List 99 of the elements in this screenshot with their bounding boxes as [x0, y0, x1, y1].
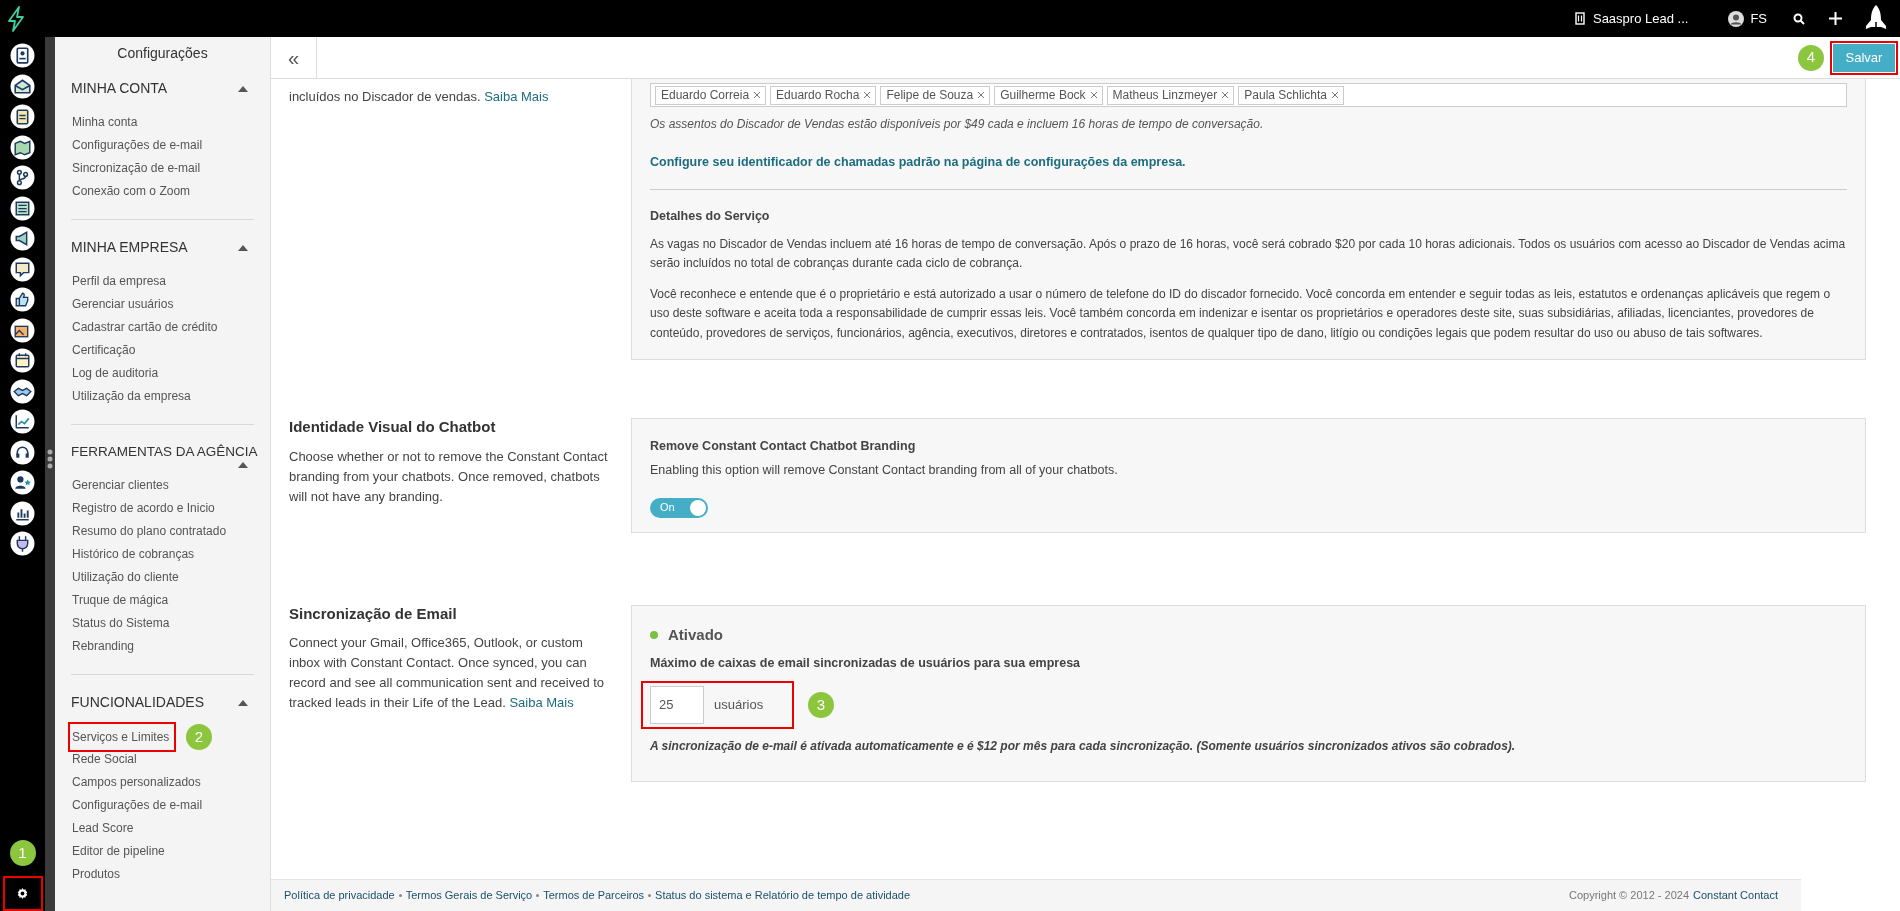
sidebar-item[interactable]: Status do Sistema	[71, 612, 254, 636]
sidebar-item[interactable]: Histórico de cobranças	[71, 543, 254, 567]
footer-link[interactable]: Status do sistema e Relatório de tempo de atividade	[655, 887, 911, 904]
sidebar-title: Configurações	[116, 44, 209, 63]
unit-label: usuários	[714, 696, 764, 714]
sidebar-item[interactable]: Truque de mágica	[71, 589, 254, 613]
list-icon[interactable]	[10, 195, 35, 221]
collapse-caret-icon[interactable]	[238, 85, 248, 92]
user-tag[interactable]: Eduardo Correia	[655, 85, 767, 105]
step-badge: 3	[808, 691, 834, 718]
collapse-caret-icon[interactable]	[238, 699, 248, 706]
sidebar-item[interactable]: Conexão com o Zoom	[71, 180, 254, 203]
calendar-icon[interactable]	[10, 348, 35, 373]
avatar-icon[interactable]	[1728, 10, 1745, 27]
learn-more-link[interactable]: Saiba Mais	[484, 89, 549, 104]
sidebar-item[interactable]: Campos personalizados	[71, 771, 254, 795]
sync-note: A sincronização de e-mail é ativada automaticamente e é $12 por mês para cada sincronização. (Somente usuários sincronizados ativos são cobrados).	[650, 737, 1517, 755]
headset-icon[interactable]	[10, 439, 35, 465]
sidebar-item[interactable]: Perfil da empresa	[71, 270, 254, 293]
step-badge: 1	[9, 840, 36, 866]
section-title: Identidade Visual do Chatbot	[289, 417, 497, 437]
plus-icon[interactable]	[1829, 12, 1842, 25]
user-tag[interactable]: Eduardo Rocha	[770, 85, 877, 105]
details-paragraph: As vagas no Discador de Vendas incluem até 16 horas de tempo de conversação. Após o prazo de 16 horas, você será cobrado $20 por cada 10 horas adicionais. Todos os usuários com acesso ao Discador de Vendas acima serão incluídos no total de cobranças durante cada ciclo de cobrança.	[650, 235, 1847, 272]
sidebar-item[interactable]: Cadastrar cartão de crédito	[71, 316, 254, 339]
thumbs-up-icon[interactable]	[10, 287, 35, 312]
user-initials[interactable]: FS	[1750, 8, 1767, 29]
user-tag[interactable]: Felipe de Souza	[880, 85, 991, 105]
users-field[interactable]: Eduardo Correia Eduardo Rocha Felipe de Souza Guilherme Bock Matheus Linzmeyer Paula Schlichta	[650, 83, 1847, 107]
step-badge: 2	[186, 723, 212, 750]
user-tag[interactable]: Matheus Linzmeyer	[1106, 85, 1235, 105]
remove-icon[interactable]	[1090, 92, 1097, 98]
learn-more-link[interactable]: Saiba Mais	[509, 695, 574, 710]
sidebar-item[interactable]: Registro de acordo e Inicio	[71, 497, 254, 521]
status-label: Ativado	[668, 624, 723, 645]
user-tag[interactable]: Paula Schlichta	[1238, 85, 1344, 105]
sidebar-item[interactable]: Lead Score	[71, 817, 254, 841]
toggle-label: On	[659, 500, 676, 516]
remove-icon[interactable]	[978, 92, 985, 98]
plug-icon[interactable]	[10, 531, 35, 556]
envelope-icon[interactable]	[10, 73, 35, 99]
section-description: Connect your Gmail, Office365, Outlook, or custom inbox with Constant Contact. Once synced, you can record and see all communication sent and received to tracked leads in their Life of the Lead. Saiba Mais	[289, 634, 606, 712]
section-heading[interactable]: FUNCIONALIDADES	[71, 692, 205, 714]
sidebar-item[interactable]: Produtos	[71, 863, 254, 887]
sidebar-item[interactable]: Certificação	[71, 339, 254, 362]
line-chart-icon[interactable]	[10, 409, 35, 434]
remove-icon[interactable]	[754, 92, 761, 98]
megaphone-icon[interactable]	[10, 226, 35, 251]
user-tag[interactable]: Guilherme Bock	[994, 85, 1103, 105]
collapse-caret-icon[interactable]	[238, 244, 248, 251]
max-mailboxes-label: Máximo de caixas de email sincronizadas de usuários para sua empresa	[650, 655, 1082, 672]
sidebar-item[interactable]: Resumo do plano contratado	[71, 520, 254, 544]
section-heading[interactable]: MINHA CONTA	[71, 78, 168, 99]
dialer-description: incluídos no Discador de vendas. Saiba Mais	[289, 88, 550, 106]
option-description: Enabling this option will remove Constant Contact branding from all of your chatbots.	[650, 461, 1119, 479]
search-icon[interactable]	[1793, 12, 1805, 25]
collapse-button[interactable]: «	[271, 37, 317, 78]
drag-handle-icon[interactable]	[47, 449, 53, 469]
sidebar-item[interactable]: Rebranding	[71, 635, 254, 659]
sidebar-item[interactable]: Gerenciar usuários	[71, 293, 254, 316]
dialer-note: Os assentos do Discador de Vendas estão disponíveis por $49 cada e incluem 16 horas de tempo de conversação.	[650, 116, 1265, 133]
step-badge: 4	[1798, 44, 1824, 71]
details-paragraph: Você reconhece e entende que é o proprietário e está autorizado a usar o número de telefone do ID do discador fornecido. Você concorda em entender e seguir todas as leis, estatutos e ordenanças aplicáveis que regem o uso deste software e aceita toda a responsabilidade de cumprir essas leis. Você também concorda em indenizar e isentar os proprietários e operadores deste site, suas subsidiárias, afiliadas, licenciantes, provedores de conteúdo, provedores de serviços, funcionários, agência, executivos, diretores e contratados, isentos de qualquer tipo de dano, litígio ou condições legais que podem resultar do uso ou abuso de tais softwares.	[650, 285, 1832, 342]
footer-link[interactable]: Termos Gerais de Serviço	[405, 887, 533, 904]
branch-icon[interactable]	[10, 165, 35, 190]
section-description: Choose whether or not to remove the Constant Contact branding from your chatbots. Once removed, chatbots will not have any branding.	[289, 447, 609, 506]
company-name[interactable]: Saaspro Lead ...	[1592, 8, 1689, 29]
remove-icon[interactable]	[1222, 92, 1229, 98]
building-icon	[1574, 12, 1585, 25]
remove-icon[interactable]	[864, 92, 871, 98]
collapse-caret-icon[interactable]	[238, 462, 248, 469]
footer-link[interactable]: Política de privacidade	[284, 887, 395, 904]
contact-card-icon[interactable]	[10, 43, 35, 68]
caller-id-link[interactable]: Configure seu identificador de chamadas padrão na página de configurações da empresa.	[650, 153, 1847, 172]
details-heading: Detalhes do Serviço	[650, 207, 771, 225]
image-icon[interactable]	[10, 317, 35, 343]
clipboard-icon[interactable]	[10, 104, 35, 129]
lightning-logo-icon[interactable]	[6, 5, 26, 32]
sidebar-item[interactable]: Configurações de e-mail	[71, 794, 254, 818]
map-icon[interactable]	[10, 134, 35, 160]
brand-link[interactable]: Constant Contact	[1693, 887, 1778, 904]
settings-icon[interactable]	[16, 887, 29, 900]
copyright-text: Copyright © 2012 - 2024	[1569, 888, 1689, 904]
section-heading[interactable]: MINHA EMPRESA	[71, 237, 188, 258]
sidebar-item[interactable]: Editor de pipeline	[71, 840, 254, 864]
sidebar-item[interactable]: Log de auditoria	[71, 362, 254, 385]
remove-icon[interactable]	[1332, 92, 1338, 98]
sidebar-item[interactable]: Configurações de e-mail	[71, 134, 254, 157]
sidebar-item[interactable]: Utilização do cliente	[71, 566, 254, 590]
footer-link[interactable]: Termos de Parceiros	[543, 887, 645, 904]
sidebar-item[interactable]: Sincronização de e-mail	[71, 157, 254, 180]
mailbox-count-input[interactable]: 25	[650, 685, 704, 724]
sidebar-item[interactable]: Gerenciar clientes	[71, 474, 254, 498]
bar-chart-icon[interactable]	[10, 500, 35, 526]
section-title: Sincronização de Email	[289, 603, 458, 624]
sidebar-item[interactable]: Minha conta	[71, 111, 254, 134]
option-title: Remove Constant Contact Chatbot Branding	[650, 438, 917, 455]
sidebar-item[interactable]: Utilização da empresa	[71, 385, 254, 408]
chat-icon[interactable]	[10, 256, 35, 282]
